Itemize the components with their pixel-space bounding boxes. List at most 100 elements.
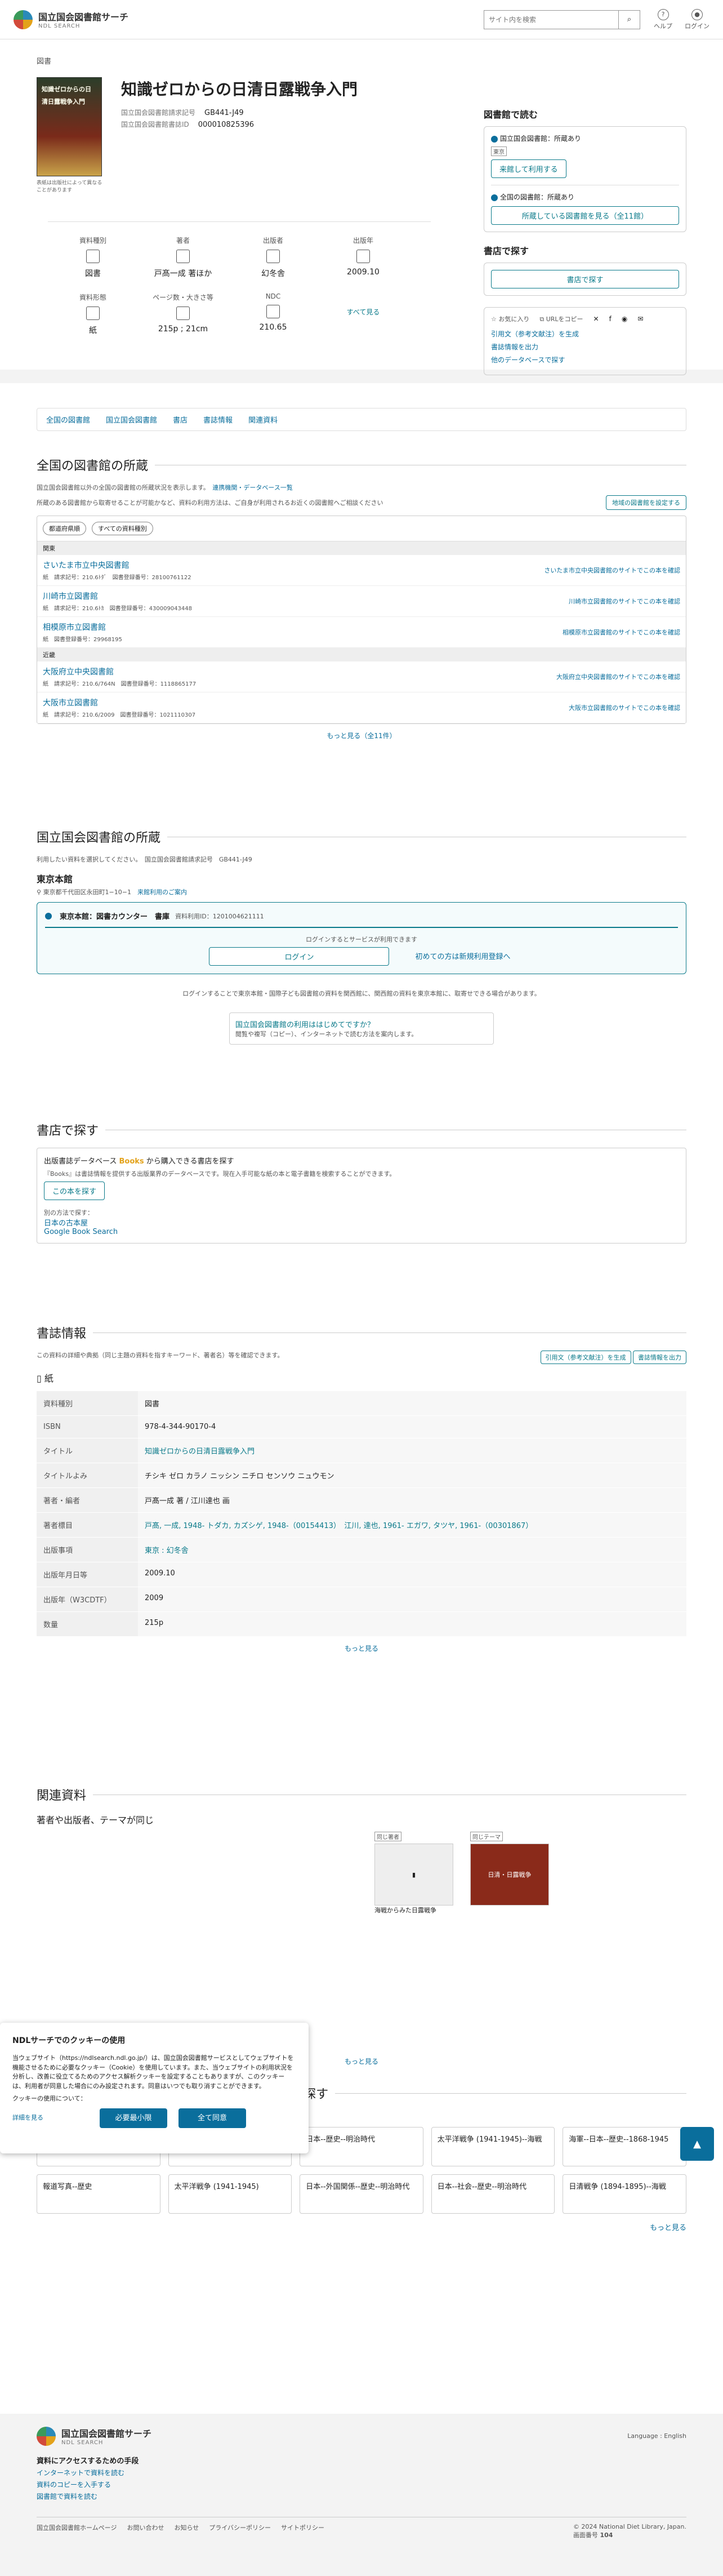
cover-title: 知識ゼロからの日清日露戦争入門 — [42, 86, 91, 105]
theme-card[interactable]: 太平洋戦争 (1941-1945) — [168, 2174, 292, 2214]
theme-card[interactable]: 太平洋戦争 (1941-1945)--海戦 — [431, 2127, 555, 2166]
library-check-link[interactable]: 大阪市立図書館のサイトでこの本を確認 — [569, 703, 680, 712]
radio-selected[interactable] — [45, 912, 52, 920]
library-row: 大阪府立中央図書館紙 請求記号：210.6/764N 図書登録番号：111886… — [37, 661, 686, 692]
summary-cell: 出版年 2009.10 — [318, 236, 408, 279]
related-card[interactable]: 同じテーマ 日清・日露戦争 — [470, 1832, 549, 1915]
map-pin-icon: ⚲ — [37, 889, 42, 896]
nationwide-more-link[interactable]: もっと見る（全11件） — [37, 724, 686, 747]
summary-cell: NDC 210.65 — [228, 292, 318, 336]
export-link[interactable]: 書誌情報を出力 — [491, 343, 538, 351]
row-key: 出版年（W3CDTF） — [37, 1587, 138, 1612]
other-db-link[interactable]: 他のデータベースで探す — [491, 356, 565, 364]
summary-value[interactable]: 幻冬舎 — [228, 268, 318, 279]
library-check-link[interactable]: 相模原市立図書館のサイトでこの本を確認 — [563, 628, 680, 637]
row-value[interactable]: 戸髙, 一成, 1948- トダカ, カズシゲ, 1948-（00154413）… — [138, 1512, 686, 1538]
tab-related[interactable]: 関連資料 — [248, 414, 278, 425]
shop-section: 書店で探す 出版書誌データベース Books から購入できる書店を探す 『Boo… — [37, 1121, 686, 1323]
guide-desc: 閲覧や複写（コピー）、インターネットで読む方法を案内します。 — [235, 1031, 418, 1038]
copy-label: URLをコピー — [546, 316, 583, 323]
library-name[interactable]: 大阪市立図書館 — [43, 697, 195, 708]
sort-prefecture-select[interactable]: 都道府県順 — [43, 522, 86, 535]
breadcrumb: 図書 — [37, 57, 52, 66]
row-value: 図書 — [138, 1391, 686, 1416]
library-check-link[interactable]: さいたま市立中央図書館のサイトでこの本を確認 — [544, 566, 680, 575]
find-this-book-button[interactable]: この本を探す — [44, 1182, 105, 1200]
theme-card[interactable]: 日本--外国関係--歴史--明治時代 — [300, 2174, 423, 2214]
summary-value[interactable]: 戸髙一成 著ほか — [138, 268, 228, 279]
library-name[interactable]: さいたま市立中央図書館 — [43, 559, 191, 571]
login-button[interactable]: ● ログイン — [685, 8, 709, 30]
copy-url-button[interactable]: ⧉ URLをコピー — [539, 314, 583, 323]
language-switch[interactable]: Language : English — [627, 2432, 686, 2440]
footer-bottom-link[interactable]: サイトポリシー — [281, 2523, 324, 2539]
partner-list-link[interactable]: 連携機関・データベース一覧 — [212, 484, 292, 491]
register-link[interactable]: 初めての方は新規利用登録へ — [412, 947, 514, 966]
library-name[interactable]: 川崎市立図書館 — [43, 590, 192, 602]
theme-card[interactable]: 海軍--日本--歴史--1868-1945 — [563, 2127, 686, 2166]
biblio-section: 書誌情報 この資料の詳細や典拠（同じ主題の資料を指すキーワード、著者名）等を確認… — [37, 1323, 686, 1786]
kosho-link[interactable]: 日本の古本屋 — [44, 1219, 88, 1228]
mail-icon[interactable]: ✉ — [637, 315, 643, 323]
ndl-login-button[interactable]: ログイン — [209, 947, 390, 966]
row-value[interactable]: 東京 : 幻冬舎 — [138, 1537, 686, 1562]
line-icon[interactable]: ◉ — [622, 315, 627, 323]
cookie-detail-link[interactable]: 詳細を見る — [12, 2113, 43, 2123]
library-check-link[interactable]: 大阪府立中央図書館のサイトでこの本を確認 — [556, 672, 680, 681]
footer-link[interactable]: インターネットで資料を読む — [37, 2468, 686, 2477]
table-row: 出版年月日等 2009.10 — [37, 1562, 686, 1587]
see-all-link[interactable]: すべて見る — [318, 307, 408, 317]
visit-guide-link[interactable]: 来館利用のご案内 — [137, 889, 187, 896]
themes-more-link[interactable]: もっと見る — [650, 2224, 686, 2232]
search-button[interactable]: ⌕ — [619, 10, 640, 29]
tab-shop[interactable]: 書店 — [173, 414, 188, 425]
site-logo[interactable]: 国立国会図書館サーチ NDL SEARCH — [14, 10, 128, 29]
theme-card[interactable]: 報道写真--歴史 — [37, 2174, 160, 2214]
row-value[interactable]: 知識ゼロからの日清日露戦争入門 — [138, 1438, 686, 1463]
tab-biblio[interactable]: 書誌情報 — [203, 414, 233, 425]
bookmark-button[interactable]: ☆ お気に入り — [491, 314, 529, 323]
x-share-icon[interactable]: ✕ — [593, 315, 599, 323]
footer-link[interactable]: 図書館で資料を読む — [37, 2491, 686, 2501]
tab-ndl[interactable]: 国立国会図書館 — [106, 414, 157, 425]
visit-button[interactable]: 来館して利用する — [491, 159, 566, 178]
cite-link[interactable]: 引用文（参考文献注）を生成 — [491, 330, 579, 338]
footer-bottom-link[interactable]: お知らせ — [174, 2523, 199, 2539]
footer-link[interactable]: 資料のコピーを入手する — [37, 2480, 686, 2489]
shop-button[interactable]: 書店で探す — [491, 270, 679, 288]
biblio-title: 書誌情報 — [37, 1323, 686, 1342]
cookie-minimum-button[interactable]: 必要最小限 — [100, 2108, 167, 2128]
summary-value: 紙 — [89, 326, 97, 335]
biblio-more-link[interactable]: もっと見る — [37, 1637, 686, 1660]
cookie-accept-all-button[interactable]: 全て同意 — [178, 2108, 246, 2128]
see-holding-libraries-button[interactable]: 所蔵している図書館を見る（全11館） — [491, 206, 679, 225]
export-button[interactable]: 書誌情報を出力 — [633, 1351, 686, 1364]
material-type-select[interactable]: すべての資料種別 — [92, 522, 153, 535]
first-time-guide[interactable]: 国立国会図書館の利用ははじめてですか？ 閲覧や複写（コピー）、インターネットで読む… — [229, 1012, 494, 1045]
footer-bottom-link[interactable]: お問い合わせ — [127, 2523, 164, 2539]
library-check-link[interactable]: 川崎市立図書館のサイトでこの本を確認 — [569, 597, 680, 606]
footer-bottom-link[interactable]: 国立国会図書館ホームページ — [37, 2523, 117, 2539]
tab-nationwide[interactable]: 全国の図書館 — [46, 414, 90, 425]
material-select-box[interactable]: 東京本館：図書カウンター 書庫 資料利用ID：1201004621111 ログイン… — [37, 902, 686, 974]
other-methods-label: 別の方法で探す： — [44, 1209, 93, 1216]
theme-card[interactable]: 日本--社会--歴史--明治時代 — [431, 2174, 555, 2214]
library-name[interactable]: 相模原市立図書館 — [43, 621, 122, 633]
summary-cell: 出版者 幻冬舎 — [228, 236, 318, 279]
set-region-button[interactable]: 地域の図書館を設定する — [606, 495, 686, 510]
ndl-own-status: 国立国会図書館：所蔵あり — [500, 135, 582, 143]
theme-card[interactable]: 日本--歴史--明治時代 — [300, 2127, 423, 2166]
related-title-text: 海戦からみた日露戦争 — [374, 1907, 436, 1914]
theme-card[interactable]: 日清戦争 (1894-1895)--海戦 — [563, 2174, 686, 2214]
footer-bottom-link[interactable]: プライバシーポリシー — [209, 2523, 271, 2539]
library-name[interactable]: 大阪府立中央図書館 — [43, 666, 196, 677]
back-to-top-button[interactable]: ▲ — [680, 2127, 714, 2161]
cite-button[interactable]: 引用文（参考文献注）を生成 — [540, 1351, 631, 1364]
region-header: 関東 — [37, 541, 686, 555]
google-books-link[interactable]: Google Book Search — [44, 1228, 118, 1236]
related-card[interactable]: 同じ著者 ▮ 海戦からみた日露戦争 — [374, 1832, 453, 1915]
help-button[interactable]: ? ヘルプ — [654, 8, 672, 30]
site-search-input[interactable] — [484, 10, 619, 29]
facebook-icon[interactable]: f — [609, 315, 612, 323]
footer-logo[interactable]: 国立国会図書館サーチ NDL SEARCH — [37, 2426, 151, 2446]
